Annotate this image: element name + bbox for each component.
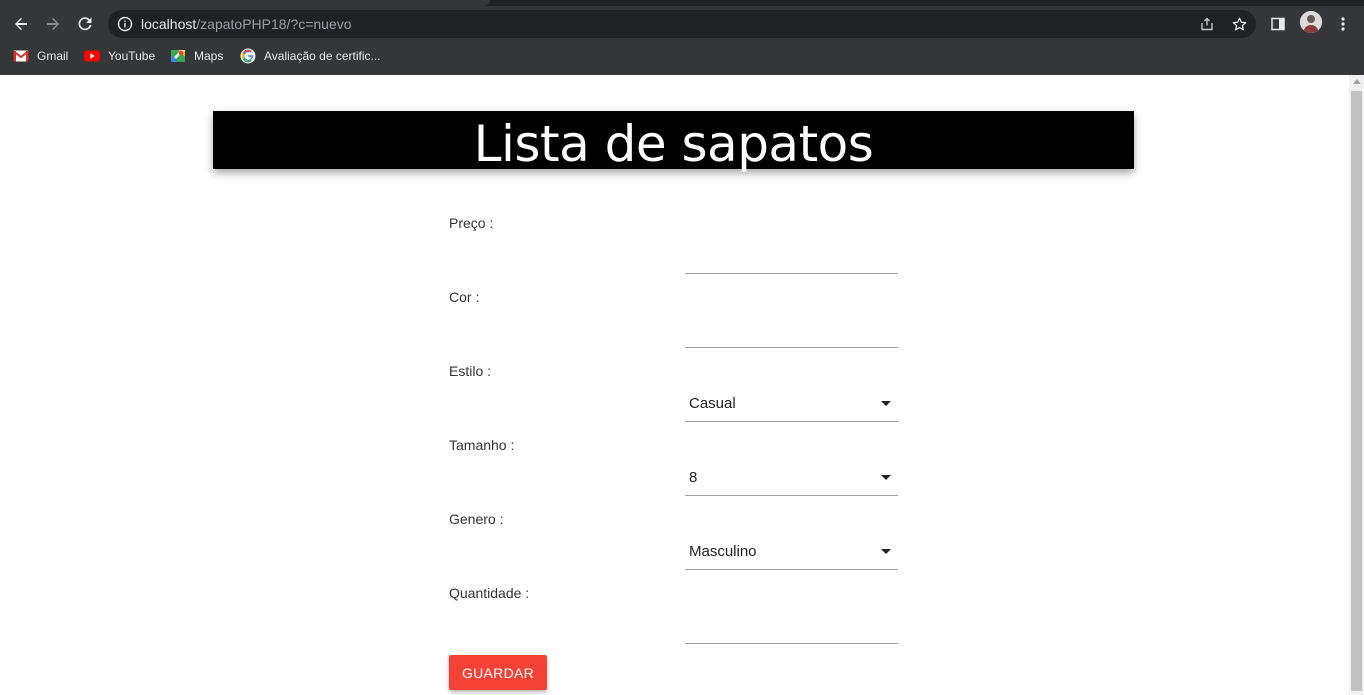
page-header: Lista de sapatos bbox=[213, 111, 1134, 173]
page-content: Lista de sapatos Preço : Cor : Estilo : … bbox=[0, 75, 1349, 695]
bookmark-label: Maps bbox=[194, 49, 224, 63]
scroll-up-arrow-icon[interactable] bbox=[1353, 79, 1361, 84]
active-tab[interactable] bbox=[0, 0, 490, 6]
url-path: /zapatoPHP18/?c=nuevo bbox=[196, 16, 352, 32]
browser-toolbar: localhost/zapatoPHP18/?c=nuevo bbox=[0, 8, 1364, 40]
bookmark-label: Avaliação de certific... bbox=[264, 49, 381, 63]
back-arrow-icon bbox=[15, 17, 27, 31]
browser-chrome: localhost/zapatoPHP18/?c=nuevo Gmail You… bbox=[0, 0, 1364, 75]
url-text[interactable]: localhost/zapatoPHP18/?c=nuevo bbox=[141, 16, 352, 32]
estilo-selected-value: Casual bbox=[689, 395, 736, 412]
gmail-icon bbox=[13, 48, 29, 64]
dropdown-caret-icon bbox=[881, 401, 891, 406]
bookmark-gmail[interactable]: Gmail bbox=[13, 44, 68, 68]
reload-button[interactable] bbox=[71, 10, 99, 38]
preco-input[interactable] bbox=[685, 237, 898, 274]
reload-icon bbox=[78, 17, 92, 31]
bookmark-youtube[interactable]: YouTube bbox=[84, 44, 155, 68]
maps-icon bbox=[170, 48, 186, 64]
url-host: localhost bbox=[141, 16, 197, 32]
dropdown-caret-icon bbox=[881, 549, 891, 554]
google-icon bbox=[240, 48, 256, 64]
share-button[interactable] bbox=[1198, 15, 1216, 33]
form-row-estilo: Estilo : Casual bbox=[449, 363, 898, 423]
quantidade-label: Quantidade : bbox=[449, 585, 530, 601]
form-row-tamanho: Tamanho : 8 bbox=[449, 437, 898, 497]
genero-selected-value: Masculino bbox=[689, 543, 757, 560]
quantidade-input[interactable] bbox=[685, 607, 898, 644]
kebab-menu-icon bbox=[1341, 17, 1345, 31]
forward-arrow-icon bbox=[47, 17, 59, 31]
cor-input[interactable] bbox=[685, 311, 898, 348]
tamanho-selected-value: 8 bbox=[689, 469, 698, 486]
form-row-cor: Cor : bbox=[449, 289, 898, 349]
estilo-select[interactable]: Casual bbox=[685, 385, 898, 422]
preco-label: Preço : bbox=[449, 215, 494, 231]
estilo-label: Estilo : bbox=[449, 363, 492, 379]
side-panel-button[interactable] bbox=[1264, 10, 1292, 38]
bookmark-star-button[interactable] bbox=[1230, 15, 1248, 33]
info-icon bbox=[117, 16, 133, 32]
scroll-thumb[interactable] bbox=[1351, 91, 1362, 691]
back-button[interactable] bbox=[7, 10, 35, 38]
tamanho-select[interactable]: 8 bbox=[685, 459, 898, 496]
tamanho-label: Tamanho : bbox=[449, 437, 515, 453]
star-icon bbox=[1232, 17, 1246, 30]
bookmarks-bar: Gmail YouTube Maps Avaliação de certific… bbox=[0, 44, 1364, 68]
side-panel-icon bbox=[1271, 17, 1285, 31]
address-bar[interactable]: localhost/zapatoPHP18/?c=nuevo bbox=[108, 10, 1256, 38]
share-icon bbox=[1201, 17, 1213, 31]
avatar[interactable] bbox=[1300, 11, 1322, 33]
youtube-icon bbox=[84, 48, 100, 64]
dropdown-caret-icon bbox=[881, 475, 891, 480]
forward-button[interactable] bbox=[39, 10, 67, 38]
tab-strip bbox=[0, 0, 1364, 6]
bookmark-maps[interactable]: Maps bbox=[170, 44, 223, 68]
bookmark-label: Gmail bbox=[37, 49, 69, 63]
browser-menu-button[interactable] bbox=[1329, 10, 1357, 38]
bookmark-label: YouTube bbox=[108, 49, 156, 63]
cor-label: Cor : bbox=[449, 289, 480, 305]
page-scrollbar[interactable] bbox=[1349, 75, 1364, 695]
site-info-button[interactable] bbox=[116, 15, 134, 33]
profile-picture-icon bbox=[1300, 11, 1322, 33]
bookmark-avaliacao[interactable]: Avaliação de certific... bbox=[240, 44, 381, 68]
form-row-genero: Genero : Masculino bbox=[449, 511, 898, 571]
genero-label: Genero : bbox=[449, 511, 504, 527]
genero-select[interactable]: Masculino bbox=[685, 533, 898, 570]
guardar-button[interactable]: GUARDAR bbox=[449, 655, 547, 690]
form-row-preco: Preço : bbox=[449, 215, 898, 275]
page-title: Lista de sapatos bbox=[473, 115, 874, 173]
form-row-quantidade: Quantidade : bbox=[449, 585, 898, 645]
